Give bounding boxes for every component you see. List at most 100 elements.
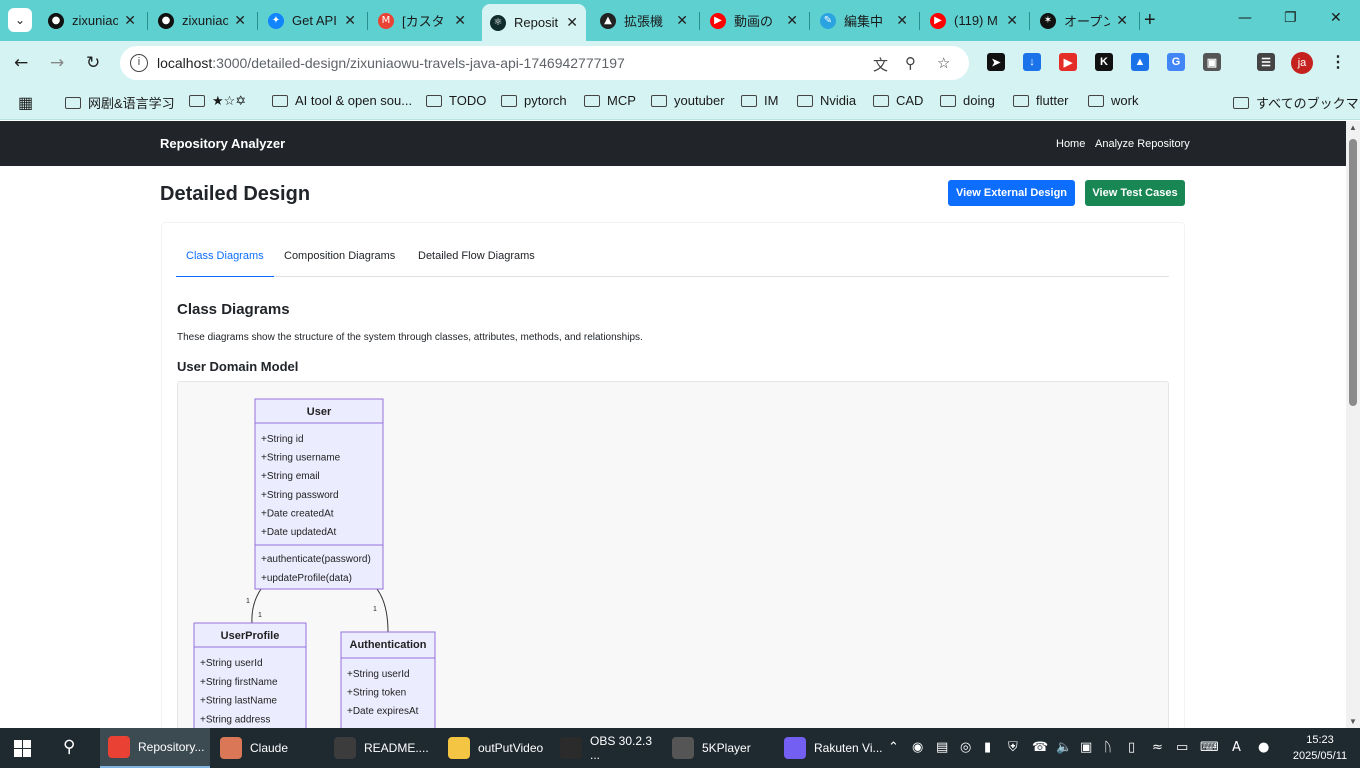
tray-battery-app-icon[interactable]: ▮ [984,740,991,755]
youtube-extension-icon[interactable]: ▶ [1059,53,1077,71]
page-scrollbar[interactable]: ▲ ▼ [1346,121,1360,728]
scrollbar-thumb[interactable] [1349,139,1357,406]
tab-class-diagrams[interactable]: Class Diagrams [176,243,274,277]
notification-icon[interactable]: ● [1258,740,1269,755]
class-attribute: +String email [261,471,320,482]
puzzle-extension-icon[interactable]: ▲ [1131,53,1149,71]
menu-kebab-icon[interactable]: ⋮ [1329,53,1347,71]
bookmark-folder[interactable]: CAD [873,93,923,108]
browser-tab[interactable]: ▶ 動画の ✕ [702,6,806,35]
view-test-cases-button[interactable]: View Test Cases [1085,180,1185,206]
bookmark-folder[interactable]: IM [741,93,778,108]
tray-obs-icon[interactable]: ◎ [960,740,971,755]
tab-composition-diagrams[interactable]: Composition Diagrams [274,243,405,277]
forward-arrow-icon[interactable]: → [50,53,64,73]
taskbar-app[interactable]: Rakuten Vi... [776,728,886,768]
bookmark-folder[interactable]: MCP [584,93,636,108]
address-bar[interactable]: i localhost:3000/detailed-design/zixunia… [120,46,969,80]
tab-close-icon[interactable]: ✕ [896,13,908,29]
tab-close-icon[interactable]: ✕ [676,13,688,29]
tray-shield-icon[interactable]: ⛨ [1008,740,1018,755]
back-arrow-icon[interactable]: ← [14,53,28,73]
k-extension-icon[interactable]: K [1095,53,1113,71]
usb-icon[interactable]: ▯ [1128,740,1135,755]
volume-icon[interactable]: 🔈 [1056,740,1072,755]
new-tab-plus-icon[interactable]: + [1144,9,1156,32]
tab-detailed-flow-diagrams[interactable]: Detailed Flow Diagrams [408,243,545,277]
nav-link-home[interactable]: Home [1056,138,1085,150]
browser-toolbar: ← → ↻ i localhost:3000/detailed-design/z… [0,41,1360,85]
browser-tab[interactable]: ✦ Get API ✕ [260,6,364,35]
url-text[interactable]: localhost:3000/detailed-design/zixuniaow… [157,55,625,71]
minimize-icon[interactable]: — [1238,10,1252,26]
bluetooth-icon[interactable]: ᚢ [1104,740,1112,755]
taskbar-app[interactable]: OBS 30.2.3 ... [552,728,658,768]
tray-network-app-icon[interactable]: ▣ [1080,740,1092,755]
translate-extension-icon[interactable]: G [1167,53,1185,71]
taskbar-app[interactable]: Repository... [100,728,210,768]
tab-search-chevron-icon[interactable]: ⌄ [8,8,32,32]
tray-overflow-icon[interactable]: ⌃ [888,740,899,755]
bookmark-folder[interactable]: 网剧&语言学习 [65,93,175,112]
zoom-icon[interactable]: ⚲ [905,54,916,72]
restore-icon[interactable]: ❐ [1284,10,1297,26]
nav-link-analyze[interactable]: Analyze Repository [1095,138,1190,150]
translate-icon[interactable]: 文 [873,54,888,75]
tab-close-icon[interactable]: ✕ [1116,13,1128,29]
taskbar-app[interactable]: README.... [326,728,434,768]
bookmark-folder[interactable]: TODO [426,93,486,108]
browser-tab[interactable]: ✎ 編集中 ✕ [812,6,916,35]
bookmark-folder[interactable]: flutter [1013,93,1069,108]
tray-viber-icon[interactable]: ☎ [1032,740,1048,755]
download-icon[interactable]: ↓ [1023,53,1041,71]
taskbar-app[interactable]: Claude [212,728,320,768]
taskbar-app[interactable]: outPutVideo [440,728,546,768]
bookmark-folder[interactable]: youtuber [651,93,725,108]
browser-tab[interactable]: M [カスタ ✕ [370,6,474,35]
bookmark-folder[interactable]: doing [940,93,995,108]
site-info-icon[interactable]: i [130,54,148,72]
bookmark-folder[interactable]: pytorch [501,93,567,108]
close-window-icon[interactable]: ✕ [1330,10,1342,26]
navbar-brand[interactable]: Repository Analyzer [160,136,285,151]
browser-tab[interactable]: ✶ オープン ✕ [1032,6,1136,35]
browser-tab[interactable]: ● zixuniao ✕ [40,6,144,35]
tab-close-icon[interactable]: ✕ [566,15,578,31]
bookmark-folder[interactable]: AI tool & open sou... [272,93,412,108]
apps-grid-icon[interactable]: ▦ [18,93,33,113]
browser-tab[interactable]: ▲ 拡張機 ✕ [592,6,696,35]
bookmark-star-icon[interactable]: ☆ [937,54,950,72]
browser-tab[interactable]: ▶ (119) M ✕ [922,6,1026,35]
tab-close-icon[interactable]: ✕ [1006,13,1018,29]
scroll-up-arrow-icon[interactable]: ▲ [1349,123,1357,132]
tab-close-icon[interactable]: ✕ [124,13,136,29]
browser-tab[interactable]: ● zixuniao ✕ [150,6,254,35]
tray-folder-icon[interactable]: ▤ [936,740,948,755]
bookmark-folder[interactable]: ★☆✡ [189,93,246,109]
keyboard-icon[interactable]: ⌨ [1200,740,1219,755]
wifi-icon[interactable]: ≈ [1152,740,1163,755]
extensions-icon[interactable]: ▣ [1203,53,1221,71]
tab-close-icon[interactable]: ✕ [234,13,246,29]
extension-send-icon[interactable]: ➤ [987,53,1005,71]
profile-avatar[interactable]: ja [1291,52,1313,74]
tray-app-icon[interactable]: ◉ [912,740,923,755]
bookmark-label: work [1111,93,1139,108]
view-external-design-button[interactable]: View External Design [948,180,1075,206]
reload-icon[interactable]: ↻ [86,53,100,73]
clock[interactable]: 15:23 2025/05/11 [1290,732,1350,764]
ime-indicator[interactable]: A [1232,740,1241,755]
windows-start-icon[interactable] [14,740,31,757]
search-icon[interactable]: ⚲ [63,737,75,757]
media-control-icon[interactable]: ☰ [1257,53,1275,71]
tab-close-icon[interactable]: ✕ [786,13,798,29]
scroll-down-arrow-icon[interactable]: ▼ [1349,717,1357,726]
battery-icon[interactable]: ▭ [1176,740,1188,755]
bookmark-folder[interactable]: Nvidia [797,93,856,108]
tab-close-icon[interactable]: ✕ [344,13,356,29]
all-bookmarks[interactable]: すべてのブックマーク [1233,93,1360,112]
tab-close-icon[interactable]: ✕ [454,13,466,29]
taskbar-app[interactable]: 5KPlayer [664,728,770,768]
browser-tab[interactable]: ⚛ Reposit ✕ [482,4,586,41]
bookmark-folder[interactable]: work [1088,93,1138,108]
